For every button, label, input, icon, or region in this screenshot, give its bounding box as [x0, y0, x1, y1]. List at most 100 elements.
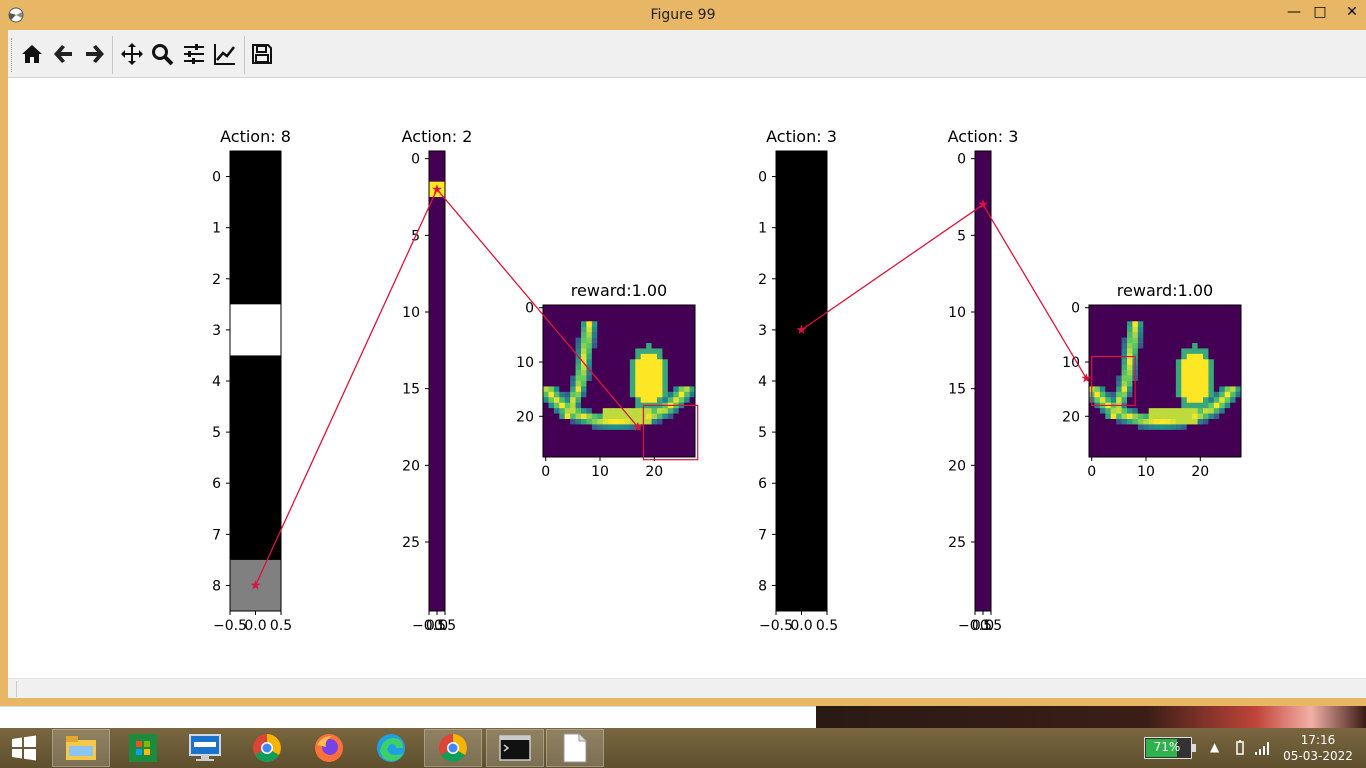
image-pixel — [586, 440, 593, 447]
image-pixel — [1208, 397, 1215, 404]
system-clock[interactable]: 17:16 05-03-2022 — [1282, 732, 1354, 764]
image-pixel — [1148, 343, 1155, 349]
image-pixel — [624, 315, 631, 322]
image-pixel — [1219, 391, 1226, 398]
save-button[interactable] — [248, 40, 276, 68]
image-pixel — [591, 326, 598, 333]
image-pixel — [1181, 381, 1188, 387]
toolbar-grip[interactable] — [11, 38, 13, 72]
image-pixel — [1127, 386, 1133, 393]
image-pixel — [1154, 326, 1160, 333]
image-pixel — [629, 435, 636, 442]
home-button[interactable] — [18, 40, 46, 68]
image-pixel — [591, 381, 598, 387]
image-pixel — [1203, 337, 1209, 344]
image-pixel — [1213, 402, 1220, 409]
figure-canvas[interactable]: Action: 8 0 1 2 3 4 5 6 7 8 −0.5 0.0 0.5 Action: 2051… — [8, 78, 1366, 678]
taskbar-store[interactable] — [114, 729, 172, 767]
image-pixel — [1175, 397, 1182, 404]
image-pixel — [1089, 419, 1095, 425]
power-plug-icon[interactable] — [1234, 740, 1246, 756]
taskbar-chrome-active[interactable] — [424, 729, 482, 767]
image-pixel — [570, 424, 576, 431]
taskbar-file-explorer[interactable] — [52, 729, 110, 767]
background-wallpaper-strip — [816, 706, 1366, 728]
image-pixel — [1203, 402, 1209, 409]
image-pixel — [1213, 343, 1220, 349]
configure-subplots-button[interactable] — [180, 40, 208, 68]
image-pixel — [1137, 337, 1144, 344]
image-pixel — [667, 370, 674, 376]
image-pixel — [1186, 348, 1193, 355]
taskbar-edge[interactable] — [362, 729, 420, 767]
heatmap-cell — [975, 549, 991, 566]
image-pixel — [635, 391, 642, 398]
pan-button[interactable] — [118, 40, 146, 68]
start-button[interactable] — [0, 729, 48, 767]
image-pixel — [613, 429, 620, 436]
back-button[interactable] — [50, 40, 78, 68]
show-hidden-icons-chevron-up-icon[interactable]: ▲ — [1210, 740, 1219, 754]
image-pixel — [591, 446, 598, 452]
subplot-title: Action: 2 — [402, 127, 473, 146]
image-pixel — [684, 310, 690, 317]
image-pixel — [662, 332, 669, 338]
network-signal-icon[interactable] — [1254, 740, 1272, 756]
taskbar-notepad[interactable] — [546, 729, 604, 767]
image-pixel — [624, 364, 631, 371]
image-pixel — [564, 370, 571, 376]
image-pixel — [1230, 305, 1236, 311]
image-pixel — [1224, 402, 1231, 409]
minimize-button[interactable]: — — [1282, 2, 1306, 24]
zoom-button[interactable] — [148, 40, 176, 68]
battery-indicator[interactable]: 71% — [1144, 737, 1196, 759]
image-pixel — [1197, 375, 1204, 382]
forward-button[interactable] — [80, 40, 108, 68]
y-tick-label: 3 — [758, 323, 767, 339]
image-pixel — [602, 408, 609, 414]
image-pixel — [1159, 370, 1166, 376]
taskbar-chrome[interactable] — [238, 729, 296, 767]
image-pixel — [559, 353, 566, 360]
image-pixel — [684, 370, 690, 376]
taskbar-terminal[interactable] — [486, 729, 544, 767]
image-pixel — [559, 429, 566, 436]
image-pixel — [1192, 343, 1198, 349]
image-pixel — [1203, 429, 1209, 436]
heatmap-cell — [975, 151, 991, 167]
edit-axis-button[interactable] — [211, 40, 239, 68]
image-pixel — [570, 353, 576, 360]
image-pixel — [646, 326, 652, 333]
image-pixel — [1148, 381, 1155, 387]
close-button[interactable]: ✕ — [1340, 2, 1364, 24]
image-pixel — [635, 359, 642, 366]
image-pixel — [640, 359, 647, 366]
image-pixel — [564, 397, 571, 404]
image-pixel — [646, 391, 652, 398]
image-pixel — [548, 413, 555, 420]
image-pixel — [597, 408, 604, 414]
image-pixel — [678, 315, 685, 322]
image-pixel — [559, 391, 566, 398]
image-pixel — [1175, 359, 1182, 366]
image-pixel — [602, 435, 609, 442]
image-pixel — [684, 321, 690, 328]
image-pixel — [602, 402, 609, 409]
taskbar-firefox[interactable] — [300, 729, 358, 767]
image-pixel — [1116, 348, 1122, 355]
image-pixel — [629, 446, 636, 452]
image-pixel — [1197, 381, 1204, 387]
image-pixel — [1094, 440, 1101, 447]
image-pixel — [678, 386, 685, 393]
image-pixel — [564, 402, 571, 409]
title-bar[interactable]: Figure 99 — □ ✕ — [0, 0, 1366, 30]
maximize-button[interactable]: □ — [1308, 2, 1332, 24]
image-pixel — [1230, 413, 1236, 420]
image-pixel — [575, 326, 582, 333]
image-pixel — [543, 435, 549, 442]
image-pixel — [1192, 402, 1198, 409]
taskbar-lenovo[interactable] — [176, 729, 234, 767]
image-pixel — [1099, 419, 1106, 425]
image-pixel — [613, 435, 620, 442]
image-pixel — [564, 381, 571, 387]
